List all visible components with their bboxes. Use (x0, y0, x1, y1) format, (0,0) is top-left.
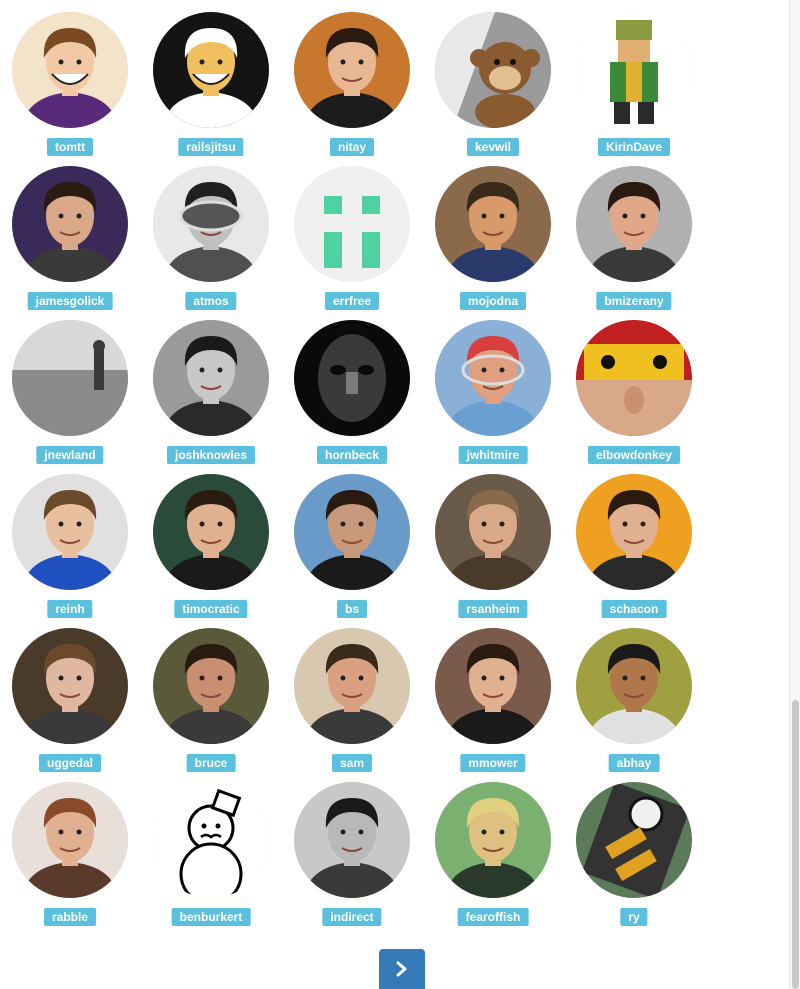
avatar[interactable] (12, 320, 128, 436)
avatar[interactable] (153, 12, 269, 128)
avatar[interactable] (576, 320, 692, 436)
username-badge[interactable]: benburkert (171, 908, 251, 926)
avatar[interactable] (294, 12, 410, 128)
member-card[interactable]: hornbeck (282, 308, 423, 464)
username-badge[interactable]: ry (620, 908, 648, 926)
member-card[interactable]: kevwil (423, 0, 564, 156)
avatar[interactable] (153, 628, 269, 744)
member-card[interactable]: schacon (564, 462, 705, 618)
avatar[interactable] (12, 166, 128, 282)
avatar[interactable] (576, 12, 692, 128)
avatar[interactable] (435, 782, 551, 898)
avatar[interactable] (576, 782, 692, 898)
scrollbar[interactable] (789, 0, 800, 989)
member-card[interactable]: bruce (141, 616, 282, 772)
member-card[interactable]: mmower (423, 616, 564, 772)
member-card[interactable]: fearoffish (423, 770, 564, 926)
member-card[interactable]: uggedal (0, 616, 141, 772)
avatar[interactable] (435, 474, 551, 590)
avatar[interactable] (435, 320, 551, 436)
avatar[interactable] (12, 782, 128, 898)
member-card[interactable]: bmizerany (564, 154, 705, 310)
member-card[interactable]: jnewland (0, 308, 141, 464)
avatar[interactable] (435, 12, 551, 128)
member-card[interactable]: abhay (564, 616, 705, 772)
avatar[interactable] (435, 628, 551, 744)
member-card[interactable]: timocratic (141, 462, 282, 618)
member-card[interactable]: atmos (141, 154, 282, 310)
avatar[interactable] (12, 474, 128, 590)
avatar[interactable] (294, 782, 410, 898)
avatar[interactable] (294, 166, 410, 282)
member-card[interactable]: jwhitmire (423, 308, 564, 464)
avatar[interactable] (153, 474, 269, 590)
member-card[interactable]: joshknowles (141, 308, 282, 464)
member-card[interactable]: mojodna (423, 154, 564, 310)
username-badge[interactable]: indirect (322, 908, 382, 926)
member-card[interactable]: benburkert (141, 770, 282, 926)
avatar[interactable] (153, 166, 269, 282)
member-card[interactable]: nitay (282, 0, 423, 156)
member-card[interactable]: elbowdonkey (564, 308, 705, 464)
username-badge[interactable]: fearoffish (457, 908, 529, 926)
avatar[interactable] (435, 166, 551, 282)
chevron-right-icon (396, 961, 407, 977)
member-card[interactable]: ry (564, 770, 705, 926)
member-card[interactable]: indirect (282, 770, 423, 926)
member-card[interactable]: KirinDave (564, 0, 705, 156)
avatar[interactable] (12, 628, 128, 744)
avatar[interactable] (576, 474, 692, 590)
member-card[interactable]: errfree (282, 154, 423, 310)
member-card[interactable]: bs (282, 462, 423, 618)
username-badge[interactable]: rabble (43, 908, 97, 926)
avatar[interactable] (576, 166, 692, 282)
scrollbar-thumb[interactable] (792, 700, 799, 989)
avatar[interactable] (294, 628, 410, 744)
avatar[interactable] (294, 474, 410, 590)
member-card[interactable]: tomtt (0, 0, 141, 156)
member-card[interactable]: railsjitsu (141, 0, 282, 156)
member-card[interactable]: rabble (0, 770, 141, 926)
member-card[interactable]: sam (282, 616, 423, 772)
avatar[interactable] (12, 12, 128, 128)
members-page: tomtt railsjitsu nitay kevwil KirinDave james… (0, 0, 800, 989)
member-card[interactable]: reinh (0, 462, 141, 618)
member-card[interactable]: jamesgolick (0, 154, 141, 310)
avatar[interactable] (576, 628, 692, 744)
next-page-button[interactable] (379, 949, 425, 989)
member-card[interactable]: rsanheim (423, 462, 564, 618)
avatar[interactable] (294, 320, 410, 436)
avatar[interactable] (153, 320, 269, 436)
avatar[interactable] (153, 782, 269, 898)
